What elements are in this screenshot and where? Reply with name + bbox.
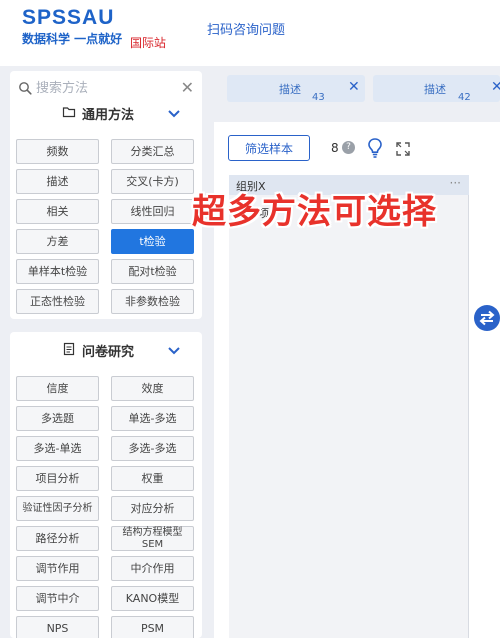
method-button[interactable]: 相关 bbox=[16, 199, 99, 224]
close-icon[interactable]: ✕ bbox=[491, 80, 500, 94]
method-button[interactable]: 权重 bbox=[111, 466, 194, 491]
folder-icon bbox=[62, 107, 76, 118]
questionnaire-methods-grid: 信度 效度 多选题 单选-多选 多选-单选 多选-多选 项目分析 权重 验证性因子分析 对应分析路… bbox=[16, 376, 196, 638]
tab-label: 描述 bbox=[424, 83, 446, 96]
more-menu-icon[interactable]: ··· bbox=[450, 176, 461, 190]
variable-drop-zone[interactable]: 组别X ··· 分析项 bbox=[229, 175, 469, 638]
chevron-down-icon[interactable] bbox=[167, 109, 181, 119]
close-icon[interactable]: ✕ bbox=[348, 80, 360, 94]
sample-count: 8 bbox=[331, 141, 339, 155]
method-button[interactable]: 验证性因子分析 bbox=[16, 496, 99, 521]
method-button[interactable]: 非参数检验 bbox=[111, 289, 194, 314]
method-button[interactable]: NPS bbox=[16, 616, 99, 638]
method-button[interactable]: 线性回归 bbox=[111, 199, 194, 224]
logo-slogan: 数据科学 一点就好 bbox=[22, 32, 123, 46]
help-icon[interactable]: ? bbox=[342, 141, 355, 154]
tab-count: 42 bbox=[458, 92, 471, 103]
filter-samples-button[interactable]: 筛选样本 bbox=[228, 135, 310, 161]
tab-label: 描述 bbox=[279, 83, 301, 96]
intl-site-link[interactable]: 国际站 bbox=[130, 34, 166, 51]
close-icon[interactable]: ✕ bbox=[181, 80, 194, 96]
questionnaire-title: 问卷研究 bbox=[82, 345, 135, 360]
chevron-down-icon[interactable] bbox=[167, 346, 181, 356]
general-methods-panel: ✕ 通用方法 频数分类汇总描述交叉(卡方) 相关线性回归方差 t检验单样本t检验配对… bbox=[10, 71, 202, 319]
method-button[interactable]: 正态性检验 bbox=[16, 289, 99, 314]
expand-icon[interactable] bbox=[396, 142, 410, 156]
result-tab-2[interactable]: 描述 42 ✕ bbox=[373, 75, 500, 103]
method-button[interactable]: 对应分析 bbox=[111, 496, 194, 521]
tab-count: 43 bbox=[312, 92, 325, 103]
general-methods-title: 通用方法 bbox=[82, 108, 135, 123]
general-methods-grid: 频数 分类汇总 描述 交叉(卡方) 相关 线性回归 方差 t检验 单样本t检验 配对t检验 正态性检… bbox=[16, 139, 196, 314]
method-button[interactable]: t检验 bbox=[111, 229, 194, 254]
questionnaire-panel: 问卷研究 信度 效度 多选题 单选-多选 多选-单选 多选-多选 项目分析 权重 验证性因子分析… bbox=[10, 332, 202, 638]
method-button[interactable]: 项目分析 bbox=[16, 466, 99, 491]
logo[interactable]: SPSSAU bbox=[22, 6, 114, 30]
promo-overlay-text: 超多方法可选择 bbox=[192, 192, 437, 232]
questionnaire-header[interactable]: 问卷研究 bbox=[10, 338, 202, 362]
method-button[interactable]: KANO模型 bbox=[111, 586, 194, 611]
method-button[interactable]: 描述 bbox=[16, 169, 99, 194]
method-button[interactable]: 配对t检验 bbox=[111, 259, 194, 284]
method-search: ✕ bbox=[18, 79, 194, 97]
result-tab-1[interactable]: 描述 43 ✕ bbox=[227, 75, 365, 103]
method-button[interactable]: 结构方程模型SEM bbox=[111, 526, 194, 551]
method-button[interactable]: 单样本t检验 bbox=[16, 259, 99, 284]
scan-consult-link[interactable]: 扫码咨询问题 bbox=[207, 19, 285, 38]
general-methods-header[interactable]: 通用方法 bbox=[10, 101, 202, 125]
method-button[interactable]: 调节中介 bbox=[16, 586, 99, 611]
method-button[interactable]: 频数 bbox=[16, 139, 99, 164]
method-button[interactable]: 多选-多选 bbox=[111, 436, 194, 461]
swap-icon bbox=[479, 310, 495, 326]
method-button[interactable]: 多选-单选 bbox=[16, 436, 99, 461]
swap-button[interactable] bbox=[474, 305, 500, 331]
method-button[interactable]: PSM bbox=[111, 616, 194, 638]
method-button[interactable]: 信度 bbox=[16, 376, 99, 401]
method-button[interactable]: 路径分析 bbox=[16, 526, 99, 551]
method-button[interactable]: 交叉(卡方) bbox=[111, 169, 194, 194]
search-input[interactable] bbox=[36, 79, 176, 97]
method-button[interactable]: 单选-多选 bbox=[111, 406, 194, 431]
method-button[interactable]: 多选题 bbox=[16, 406, 99, 431]
method-button[interactable]: 效度 bbox=[111, 376, 194, 401]
bulb-icon[interactable] bbox=[367, 137, 383, 159]
document-icon bbox=[63, 342, 75, 356]
method-button[interactable]: 调节作用 bbox=[16, 556, 99, 581]
method-button[interactable]: 方差 bbox=[16, 229, 99, 254]
top-header: SPSSAU 数据科学 一点就好 国际站 扫码咨询问题 bbox=[0, 0, 500, 66]
method-button[interactable]: 分类汇总 bbox=[111, 139, 194, 164]
method-button[interactable]: 中介作用 bbox=[111, 556, 194, 581]
search-icon bbox=[19, 82, 32, 95]
